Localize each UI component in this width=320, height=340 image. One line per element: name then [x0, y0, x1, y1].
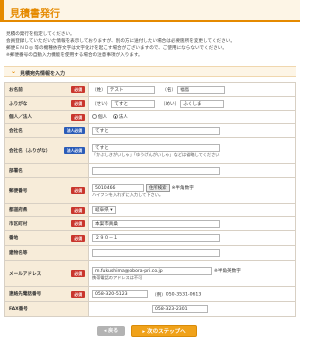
intro-line: 郵便ＥＮＤ◎ 等の機種依存文字は文字化けを起こす場合がございますので、ご使用にな… [6, 46, 227, 51]
next-step-button[interactable]: ▸ 次のステップへ [131, 325, 197, 337]
zip-input[interactable]: 5010466 [92, 183, 144, 192]
row-address: 番地 必須 ２９０－１ [4, 230, 296, 246]
label-building: 建物名等 [4, 245, 89, 261]
first-name-kana-input[interactable]: ふくしま [180, 99, 225, 108]
label-email: メールアドレス 必須 [4, 260, 89, 287]
row-building: 建物名等 [4, 245, 296, 261]
label-kana: ふりがな 必須 [4, 96, 89, 111]
row-fax: FAX番号 058-323-2301 [4, 301, 296, 317]
first-name-input[interactable]: 福島 [177, 85, 226, 94]
zip-note: ※半角数字 [171, 186, 194, 191]
required-badge: 必須 [71, 206, 85, 214]
row-city: 市区町村 必須 本巣市真桑 [4, 216, 296, 231]
zip-note-2: ハイフンを入れずに入力して下さい。 [92, 191, 164, 197]
label-type: 個人／法人 必須 [4, 110, 89, 124]
label-tel: 連絡先電話番号 必須 [4, 286, 89, 302]
company-input[interactable]: てすと [92, 126, 220, 135]
mei-kana-prefix: （めい） [160, 101, 180, 107]
building-input[interactable] [92, 249, 220, 257]
prefecture-select[interactable]: 岐阜県 ▾ [92, 206, 116, 214]
address-input[interactable]: ２９０－１ [92, 234, 220, 242]
section-header: ⌄ 見積宛先情報を入力 [4, 66, 296, 77]
label-company-kana: 会社名（ふりがな） 法人必須 [4, 137, 89, 164]
required-badge: 必須 [71, 100, 85, 107]
email-note-2: 携帯電話のアドレスは不可 [92, 274, 143, 280]
required-badge: 必須 [71, 290, 85, 298]
tel-input[interactable]: 058-320-5123 [92, 290, 148, 298]
label-company: 会社名 法人必須 [4, 123, 89, 138]
email-input[interactable]: m.fukushima@obora-pri.co.jp [92, 266, 212, 275]
required-badge: 必須 [71, 220, 85, 227]
label-zip: 郵便番号 必須 [4, 177, 89, 204]
radio-corporate[interactable] [112, 114, 118, 119]
label-name: お名前 必須 [4, 82, 89, 97]
row-name: お名前 必須 （姓） テスト （名） 福島 [4, 82, 296, 97]
required-badge: 必須 [71, 234, 85, 242]
back-arrow-icon: ◂ [103, 328, 107, 334]
row-tel: 連絡先電話番号 必須 058-320-5123 （例）050-3531-0613 [4, 286, 296, 302]
row-type: 個人／法人 必須 個人 法人 [4, 110, 296, 124]
intro-line: ※郵便番号の自動入力機能を使用する場合の注意事項が入ります。 [6, 53, 143, 58]
intro-line: 会員登録していただいた情報を表示しておりますが、別の方に送付したい場合は必要箇所… [6, 39, 235, 44]
email-note: ※半角英数字 [214, 269, 241, 274]
row-department: 部署名 [4, 163, 296, 178]
radio-corporate-label: 法人 [118, 115, 128, 120]
intro-text: 見積の発行を指定してください。 会員登録していただいた情報を表示しておりますが、… [6, 31, 296, 59]
row-kana: ふりがな 必須 （せい） てすと （めい） ふくしま [4, 96, 296, 111]
label-department: 部署名 [4, 163, 89, 178]
chevron-down-icon: ⌄ [11, 68, 17, 75]
company-kana-note: 「かぶしきがいしゃ」「ゆうげんがいしゃ」などは省略してください [92, 151, 220, 157]
required-badge: 必須 [71, 113, 85, 121]
fax-input[interactable]: 058-323-2301 [152, 305, 208, 313]
sei-prefix: （姓） [92, 87, 106, 93]
back-button[interactable]: ◂ 戻る [97, 326, 125, 336]
page-title: 見積書発行 [10, 9, 60, 20]
row-company-kana: 会社名（ふりがな） 法人必須 てすと 「かぶしきがいしゃ」「ゆうげんがいしゃ」など… [4, 137, 296, 164]
title-bar: 見積書発行 [0, 0, 300, 22]
address-search-button[interactable]: 住所検索 [146, 183, 170, 192]
label-fax: FAX番号 [4, 301, 89, 317]
last-name-kana-input[interactable]: てすと [111, 99, 156, 108]
required-badge: 必須 [71, 86, 85, 93]
corp-required-badge: 法人必須 [63, 127, 85, 134]
row-prefecture: 都道府県 必須 岐阜県 ▾ [4, 203, 296, 217]
address-form: お名前 必須 （姓） テスト （名） 福島 ふりがな 必須 （せい） てすと （めい） ふく… [4, 82, 296, 317]
intro-line: 見積の発行を指定してください。 [6, 32, 75, 37]
corp-required-badge: 法人必須 [63, 147, 85, 154]
radio-individual-label: 個人 [98, 115, 108, 120]
radio-individual[interactable] [92, 114, 97, 119]
row-zip: 郵便番号 必須 5010466 住所検索 ※半角数字 ハイフンを入れずに入力して下さい… [4, 177, 296, 204]
label-city: 市区町村 必須 [4, 216, 89, 231]
mei-prefix: （名） [162, 87, 177, 93]
section-title: 見積宛先情報を入力 [20, 70, 66, 77]
chevron-down-icon: ▾ [110, 208, 113, 213]
label-address: 番地 必須 [4, 230, 89, 246]
title-accent [0, 0, 4, 20]
sei-kana-prefix: （せい） [92, 101, 111, 107]
row-email: メールアドレス 必須 m.fukushima@obora-pri.co.jp ※半角… [4, 260, 296, 287]
required-badge: 必須 [71, 187, 85, 194]
tel-example-prefix: （例） [152, 292, 166, 298]
city-input[interactable]: 本巣市真桑 [92, 219, 220, 228]
required-badge: 必須 [71, 270, 85, 277]
label-prefecture: 都道府県 必須 [4, 203, 89, 217]
tel-example: 050-3531-0613 [165, 292, 202, 298]
next-arrow-icon: ▸ [142, 329, 146, 335]
company-kana-input[interactable]: てすと [92, 143, 220, 152]
row-company: 会社名 法人必須 てすと [4, 123, 296, 138]
department-input[interactable] [92, 166, 220, 175]
last-name-input[interactable]: テスト [106, 85, 155, 94]
